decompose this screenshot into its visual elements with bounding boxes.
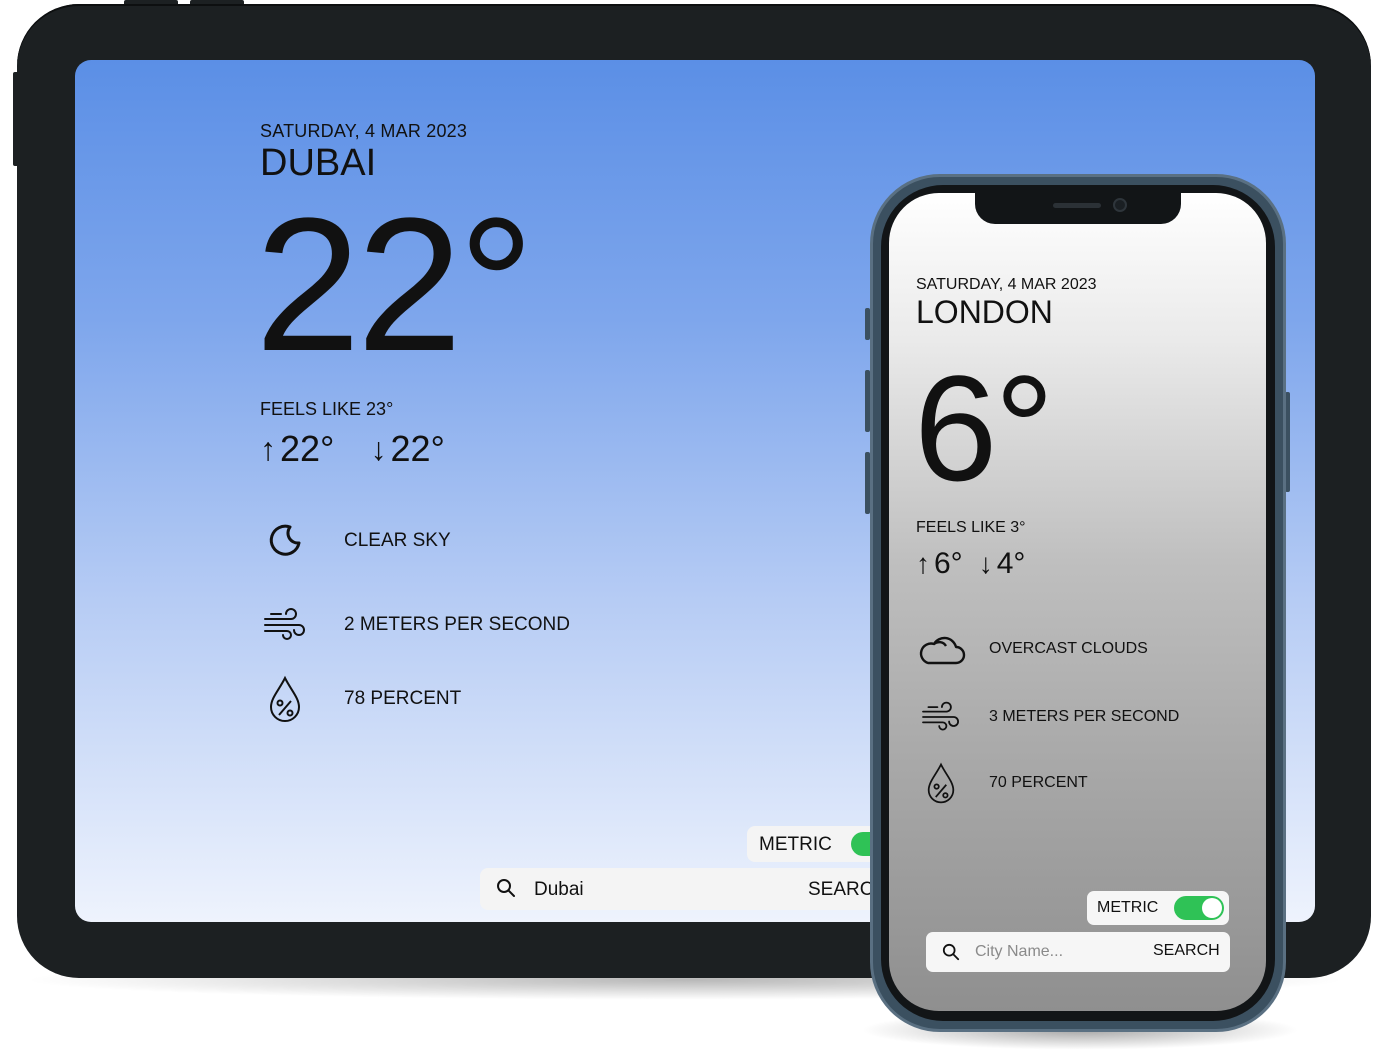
humidity-row: 78 PERCENT bbox=[260, 674, 461, 724]
search-icon bbox=[496, 878, 516, 903]
search-bar: City Name... SEARCH bbox=[926, 932, 1230, 972]
high-temperature: ↑ 22° bbox=[260, 428, 334, 470]
search-bar: Dubai SEARCH bbox=[480, 868, 900, 910]
search-icon bbox=[942, 943, 960, 966]
units-toggle-group: METRIC bbox=[747, 826, 901, 862]
condition-row: OVERCAST CLOUDS bbox=[916, 627, 1148, 671]
current-temperature: 22° bbox=[255, 179, 534, 391]
arrow-up-icon: ↑ bbox=[916, 548, 930, 579]
arrow-down-icon: ↓ bbox=[370, 430, 387, 467]
phone-weather-screen: SATURDAY, 4 MAR 2023 LONDON 6° FEELS LIK… bbox=[889, 193, 1266, 1011]
high-temperature-value: 22° bbox=[280, 428, 335, 469]
humidity-drop-icon bbox=[916, 761, 966, 805]
condition-row: CLEAR SKY bbox=[260, 516, 451, 566]
feels-like: FEELS LIKE 3° bbox=[916, 519, 1026, 536]
arrow-up-icon: ↑ bbox=[260, 430, 276, 467]
date-label: SATURDAY, 4 MAR 2023 bbox=[916, 276, 1097, 293]
wind-row: 2 METERS PER SECOND bbox=[260, 600, 570, 650]
high-low-temperatures: ↑ 6° ↓ 4° bbox=[916, 547, 1025, 581]
city-name: LONDON bbox=[916, 294, 1053, 330]
units-label: METRIC bbox=[1097, 899, 1159, 916]
current-temperature: 6° bbox=[914, 344, 1054, 512]
phone-notch bbox=[975, 193, 1181, 224]
humidity-label: 78 PERCENT bbox=[344, 688, 462, 709]
search-input[interactable]: Dubai bbox=[534, 879, 584, 901]
speaker-grille bbox=[1053, 203, 1101, 208]
date-label: SATURDAY, 4 MAR 2023 bbox=[260, 121, 468, 141]
feels-like: FEELS LIKE 23° bbox=[260, 399, 394, 419]
high-temperature-value: 6° bbox=[934, 547, 963, 580]
condition-label: CLEAR SKY bbox=[344, 530, 451, 551]
arrow-down-icon: ↓ bbox=[978, 548, 993, 579]
low-temperature-value: 22° bbox=[390, 428, 445, 469]
low-temperature: ↓ 4° bbox=[979, 547, 1026, 581]
wind-icon bbox=[916, 695, 966, 739]
units-toggle-group: METRIC bbox=[1087, 891, 1229, 925]
moon-icon bbox=[260, 516, 310, 566]
low-temperature-value: 4° bbox=[996, 547, 1026, 580]
low-temperature: ↓ 22° bbox=[370, 428, 444, 470]
cloud-icon bbox=[916, 627, 966, 671]
high-low-temperatures: ↑ 22° ↓ 22° bbox=[260, 428, 445, 470]
units-label: METRIC bbox=[759, 834, 832, 855]
humidity-label: 70 PERCENT bbox=[989, 774, 1088, 791]
condition-label: OVERCAST CLOUDS bbox=[989, 640, 1148, 657]
search-button[interactable]: SEARCH bbox=[1153, 942, 1220, 960]
humidity-drop-icon bbox=[260, 674, 310, 724]
humidity-row: 70 PERCENT bbox=[916, 761, 1088, 805]
wind-icon bbox=[260, 600, 310, 650]
wind-row: 3 METERS PER SECOND bbox=[916, 695, 1179, 739]
toggle-knob bbox=[1202, 898, 1222, 918]
units-toggle[interactable] bbox=[1174, 896, 1224, 920]
wind-speed-label: 3 METERS PER SECOND bbox=[989, 708, 1180, 725]
search-input[interactable]: City Name... bbox=[975, 943, 1063, 961]
front-camera bbox=[1113, 198, 1127, 212]
high-temperature: ↑ 6° bbox=[916, 547, 963, 581]
wind-speed-label: 2 METERS PER SECOND bbox=[344, 614, 570, 635]
